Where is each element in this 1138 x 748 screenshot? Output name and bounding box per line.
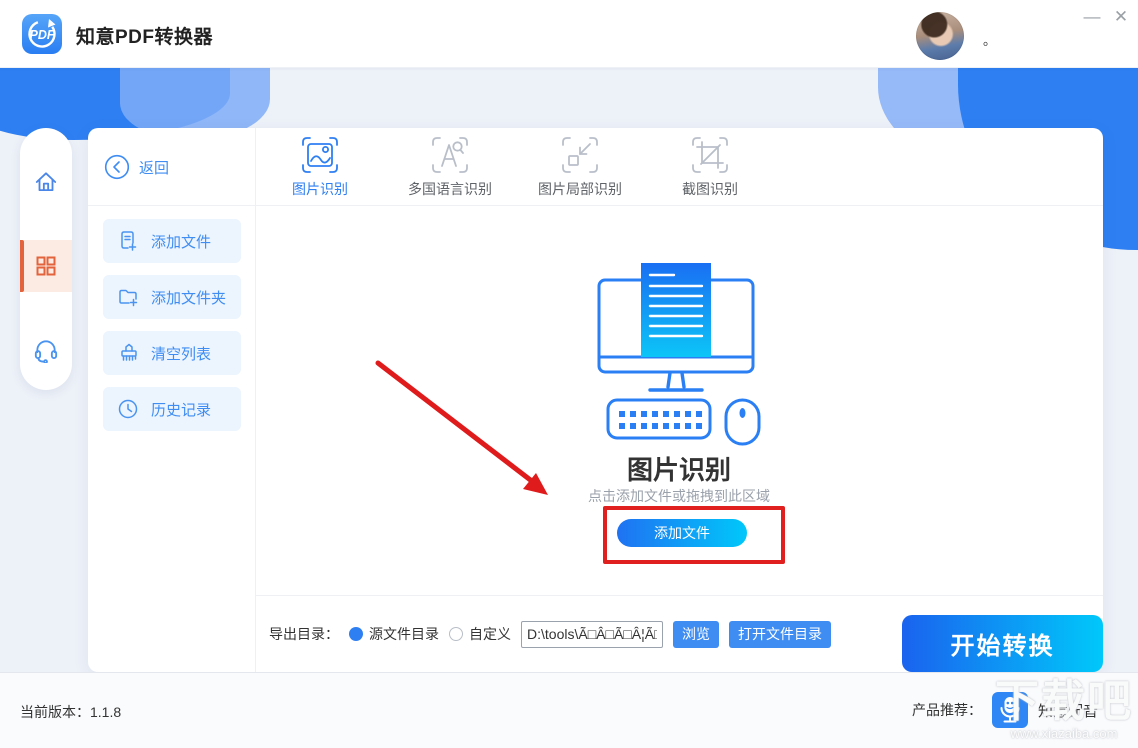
clear-list-icon — [117, 342, 139, 364]
app-window: PDF 知意PDF转换器 。 — ✕ — [0, 0, 1138, 748]
header-divider — [88, 205, 1103, 206]
back-button[interactable]: 返回 — [104, 154, 169, 180]
tab-label: 图片局部识别 — [538, 179, 622, 199]
main-panel: 返回 图片识别 多国语言识别 — [88, 128, 1103, 672]
computer-illustration — [566, 260, 786, 446]
radio-unselected-icon — [449, 627, 463, 641]
multilang-ocr-icon — [429, 134, 471, 176]
tab-screenshot-ocr[interactable]: 截图识别 — [645, 128, 775, 205]
dropzone-title: 图片识别 — [255, 450, 1103, 487]
close-button[interactable]: ✕ — [1106, 2, 1136, 32]
start-convert-button[interactable]: 开始转换 — [902, 615, 1103, 672]
partial-ocr-icon — [559, 134, 601, 176]
add-folder-icon — [117, 286, 139, 308]
back-icon — [104, 154, 130, 180]
open-dir-button[interactable]: 打开文件目录 — [729, 621, 831, 648]
browse-button[interactable]: 浏览 — [673, 621, 719, 648]
back-label: 返回 — [139, 157, 169, 178]
nav-converter[interactable] — [20, 240, 72, 292]
add-folder-label: 添加文件夹 — [151, 287, 226, 308]
export-path-input[interactable] — [521, 621, 663, 648]
tab-label: 多国语言识别 — [408, 179, 492, 199]
promo-label: 产品推荐： — [912, 700, 982, 720]
clear-list-button[interactable]: 清空列表 — [103, 331, 241, 375]
product-promo[interactable]: 产品推荐： 知意配音 — [912, 692, 1098, 728]
history-icon — [117, 398, 139, 420]
vertical-divider — [255, 128, 256, 672]
history-button[interactable]: 历史记录 — [103, 387, 241, 431]
radio-selected-icon — [349, 627, 363, 641]
tab-image-ocr[interactable]: 图片识别 — [255, 128, 385, 205]
mode-tabs: 图片识别 多国语言识别 图片局部识别 — [255, 128, 775, 205]
svg-text:PDF: PDF — [30, 28, 55, 42]
radio-source-label: 源文件目录 — [369, 624, 439, 644]
nav-home[interactable] — [20, 156, 72, 208]
minimize-button[interactable]: — — [1077, 2, 1107, 32]
nav-rail — [20, 128, 72, 390]
add-file-cta-button[interactable]: 添加文件 — [617, 519, 747, 547]
radio-custom-dir[interactable]: 自定义 — [449, 624, 511, 644]
dropzone-hint: 点击添加文件或拖拽到此区域 — [255, 486, 1103, 506]
microphone-app-icon — [992, 692, 1028, 728]
avatar[interactable] — [916, 12, 964, 60]
app-title: 知意PDF转换器 — [76, 22, 213, 49]
history-label: 历史记录 — [151, 399, 211, 420]
screenshot-ocr-icon — [689, 134, 731, 176]
add-folder-button[interactable]: 添加文件夹 — [103, 275, 241, 319]
add-file-button[interactable]: 添加文件 — [103, 219, 241, 263]
add-file-label: 添加文件 — [151, 231, 211, 252]
clear-list-label: 清空列表 — [151, 343, 211, 364]
tab-partial-ocr[interactable]: 图片局部识别 — [515, 128, 645, 205]
tab-label: 截图识别 — [682, 179, 738, 199]
home-icon — [33, 169, 59, 195]
status-bar: 当前版本：1.1.8 产品推荐： 知意配音 ZHIYI — [0, 672, 1138, 748]
add-file-icon — [117, 230, 139, 252]
headset-icon — [33, 337, 59, 363]
version-text: 当前版本：1.1.8 — [20, 702, 121, 722]
tab-multilang-ocr[interactable]: 多国语言识别 — [385, 128, 515, 205]
promo-app-name: 知意配音 — [1038, 700, 1098, 721]
grid-icon — [34, 254, 58, 278]
nav-support[interactable] — [20, 324, 72, 376]
app-logo-icon: PDF — [22, 14, 62, 54]
account-name: 。 — [983, 30, 996, 49]
image-ocr-icon — [299, 134, 341, 176]
radio-custom-label: 自定义 — [469, 624, 511, 644]
title-bar: PDF 知意PDF转换器 。 — ✕ — [0, 0, 1138, 68]
tab-label: 图片识别 — [292, 179, 348, 199]
export-dir-label: 导出目录： — [269, 624, 339, 644]
radio-source-dir[interactable]: 源文件目录 — [349, 624, 439, 644]
